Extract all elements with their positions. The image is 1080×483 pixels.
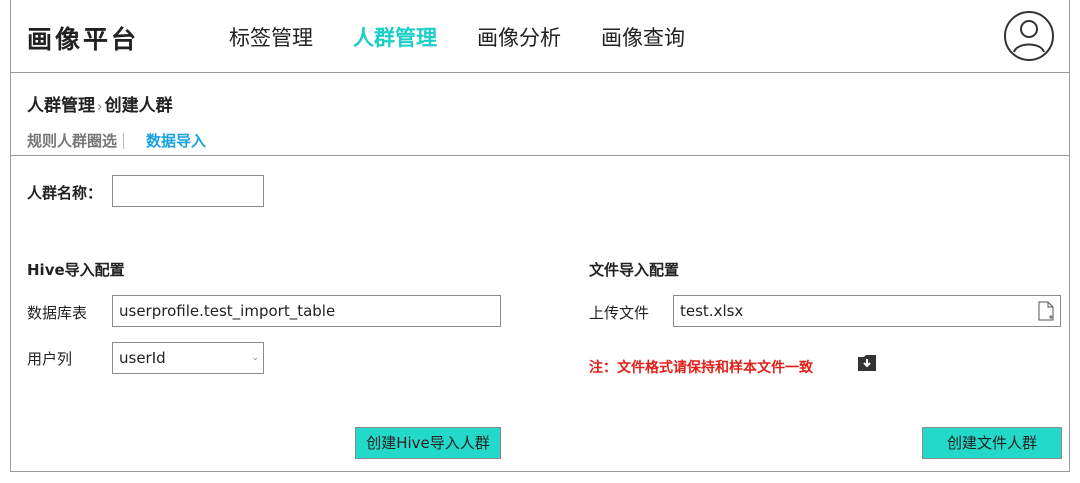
- tab-rule-crowd[interactable]: 规则人群圈选: [27, 130, 117, 151]
- tab-divider: [123, 132, 125, 149]
- nav-item-crowd-management[interactable]: 人群管理: [353, 22, 437, 52]
- upload-file-input[interactable]: test.xlsx: [673, 295, 1061, 327]
- divider: [11, 155, 1069, 156]
- file-section-title: 文件导入配置: [589, 261, 680, 279]
- tab-data-import[interactable]: 数据导入: [146, 130, 206, 151]
- breadcrumb-current: 创建人群: [104, 96, 173, 116]
- crowd-name-input[interactable]: [112, 175, 264, 207]
- app-logo: 画像平台: [27, 25, 140, 54]
- hive-table-input[interactable]: userprofile.test_import_table: [112, 295, 501, 327]
- user-column-value: userId: [119, 349, 166, 367]
- breadcrumb: 人群管理 › 创建人群: [27, 91, 173, 116]
- hive-table-label: 数据库表: [27, 304, 88, 322]
- user-column-label: 用户列: [27, 350, 73, 368]
- user-column-select[interactable]: userId ⌄: [112, 342, 264, 374]
- file-icon[interactable]: [1038, 301, 1054, 331]
- create-hive-crowd-button[interactable]: 创建Hive导入人群: [355, 427, 501, 459]
- subtabs: 规则人群圈选 数据导入: [27, 130, 206, 151]
- nav-item-profile-query[interactable]: 画像查询: [601, 22, 685, 52]
- download-icon[interactable]: [857, 354, 877, 372]
- main-nav: 标签管理 人群管理 画像分析 画像查询: [229, 22, 725, 52]
- upload-file-label: 上传文件: [589, 304, 650, 322]
- top-navigation-bar: 画像平台 标签管理 人群管理 画像分析 画像查询: [11, 0, 1069, 73]
- hive-section-title: Hive导入配置: [27, 261, 125, 279]
- breadcrumb-parent[interactable]: 人群管理: [27, 96, 95, 116]
- user-avatar-icon[interactable]: [1003, 10, 1055, 62]
- upload-file-value: test.xlsx: [680, 302, 744, 320]
- file-format-note: 注：文件格式请保持和样本文件一致: [589, 360, 813, 376]
- chevron-down-icon: ⌄: [251, 353, 259, 363]
- nav-item-profile-analysis[interactable]: 画像分析: [477, 22, 561, 52]
- nav-item-tag-management[interactable]: 标签管理: [229, 22, 313, 52]
- create-file-crowd-button[interactable]: 创建文件人群: [922, 427, 1062, 459]
- crowd-name-label: 人群名称：: [27, 184, 103, 202]
- breadcrumb-separator: ›: [97, 99, 103, 115]
- main-frame: 画像平台 标签管理 人群管理 画像分析 画像查询 人群管理 › 创建人群 规则人群圈…: [10, 0, 1070, 472]
